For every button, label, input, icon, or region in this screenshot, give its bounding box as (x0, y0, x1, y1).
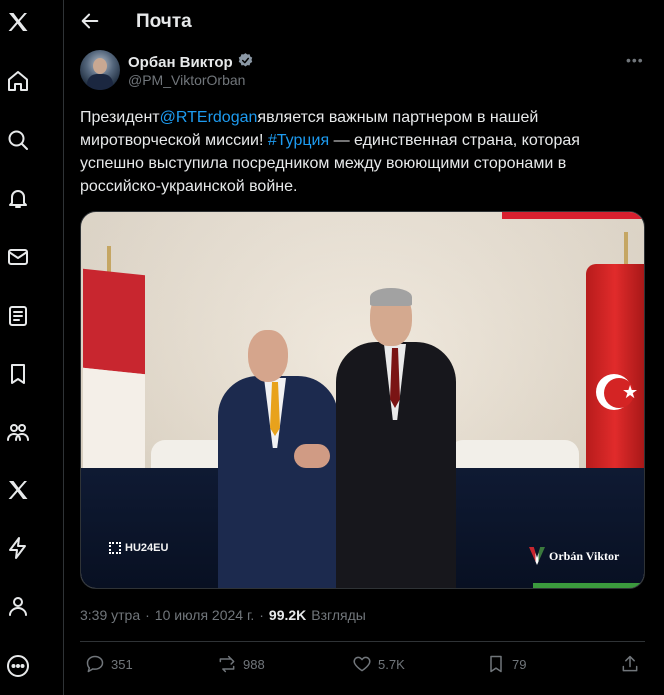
views-label: Взгляды (311, 607, 366, 623)
repost-count: 988 (243, 656, 265, 672)
avatar[interactable] (80, 50, 120, 90)
left-nav-rail (0, 0, 64, 695)
tweet-date[interactable]: 10 июля 2024 г. (155, 607, 254, 623)
hashtag-link[interactable]: #Турция (268, 132, 329, 149)
tweet-photo[interactable]: ★ HU24EU Orbán Viktor (80, 211, 645, 589)
tweet-meta: 3:39 утра · 10 июля 2024 г. · 99.2K Взгл… (80, 607, 366, 623)
page-title: Почта (136, 11, 192, 32)
search-icon[interactable] (6, 128, 30, 152)
heart-icon (353, 656, 371, 672)
repost-icon (219, 655, 235, 673)
watermark-right-text: Orbán Viktor (549, 548, 620, 563)
back-arrow-icon[interactable] (79, 10, 103, 34)
home-icon[interactable] (6, 69, 30, 93)
tweet-text-part1: Президент (80, 109, 160, 126)
views-count: 99.2K (268, 607, 307, 623)
more-icon[interactable] (6, 654, 30, 678)
watermark-left: HU24EU (109, 542, 168, 554)
meta-separator: · (145, 607, 150, 623)
author-handle[interactable]: @PM_ViktorOrban (128, 72, 245, 88)
meta-separator: · (259, 607, 264, 623)
share-button[interactable] (620, 654, 640, 674)
more-options-icon[interactable]: ••• (626, 52, 644, 68)
bookmark-icon (490, 655, 502, 673)
communities-icon[interactable] (6, 420, 30, 444)
repost-button[interactable]: 988 (217, 654, 265, 674)
verified-orgs-icon[interactable] (6, 536, 30, 560)
author-name-text[interactable]: Орбан Виктор (128, 54, 233, 71)
like-button[interactable]: 5.7K (352, 654, 405, 674)
divider (80, 641, 645, 642)
tweet-text: Президент@RTErdoganявляется важным партн… (80, 106, 635, 198)
bookmark-button[interactable]: 79 (486, 654, 526, 674)
premium-x-icon[interactable] (6, 478, 30, 502)
reply-count: 351 (111, 656, 133, 672)
author-name[interactable]: Орбан Виктор (128, 52, 254, 73)
tweet-time[interactable]: 3:39 утра (80, 607, 140, 623)
mention-link[interactable]: @RTErdogan (160, 109, 258, 126)
profile-icon[interactable] (6, 594, 30, 618)
bookmarks-icon[interactable] (6, 362, 30, 386)
watermark-right: Orbán Viktor (529, 547, 619, 565)
bookmark-count: 79 (512, 656, 527, 672)
watermark-left-text: HU24EU (125, 542, 169, 554)
lists-icon[interactable] (6, 304, 30, 328)
share-icon (622, 655, 638, 672)
verified-badge-icon[interactable] (237, 52, 254, 73)
notifications-icon[interactable] (6, 186, 30, 210)
messages-icon[interactable] (6, 245, 30, 269)
reply-button[interactable]: 351 (85, 654, 133, 674)
person-right (336, 288, 456, 588)
reply-icon (86, 655, 104, 673)
x-logo-icon[interactable] (6, 10, 30, 34)
handshake (294, 444, 330, 468)
page-header: Почта (65, 0, 664, 44)
like-count: 5.7K (378, 656, 405, 672)
